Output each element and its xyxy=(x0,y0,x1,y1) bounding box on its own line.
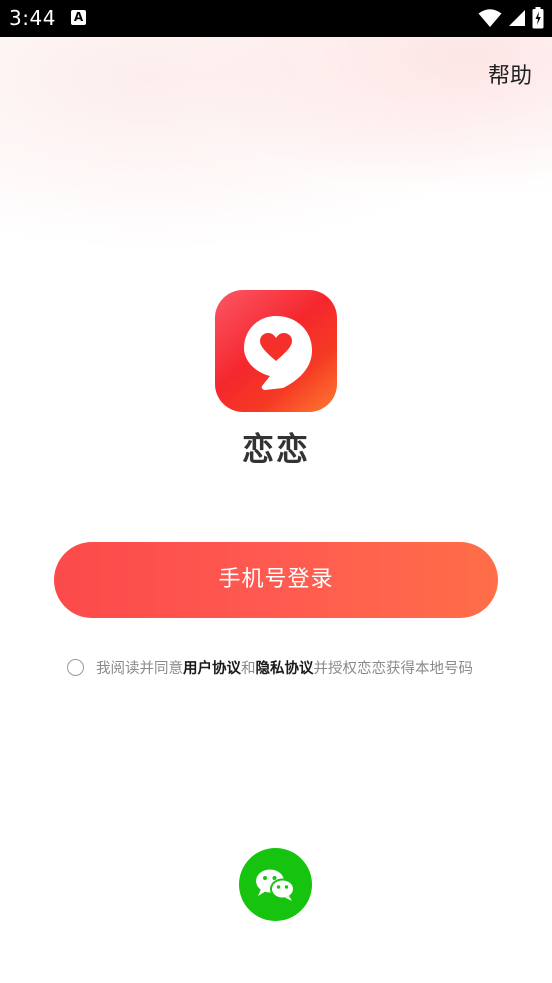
agreement-row: 我阅读并同意 用户协议 和 隐私协议 并授权恋恋获得本地号码 xyxy=(67,656,473,678)
app-logo xyxy=(215,290,337,412)
status-icons xyxy=(478,7,544,29)
heart-location-pin-icon xyxy=(244,316,312,390)
cell-signal-icon xyxy=(509,10,525,26)
agreement-prefix: 我阅读并同意 xyxy=(96,660,183,677)
phone-login-button[interactable]: 手机号登录 xyxy=(54,542,498,618)
agreement-checkbox[interactable] xyxy=(67,658,84,676)
wifi-icon xyxy=(478,9,502,27)
battery-charging-icon xyxy=(532,7,544,29)
wechat-icon xyxy=(256,869,295,901)
user-agreement-link[interactable]: 用户协议 xyxy=(183,657,241,678)
agreement-suffix: 并授权恋恋获得本地号码 xyxy=(313,660,474,677)
notification-badge-icon: A xyxy=(71,10,86,25)
page-background xyxy=(0,37,552,983)
help-link[interactable]: 帮助 xyxy=(488,58,532,90)
status-bar: 3:44 A xyxy=(0,0,552,37)
wechat-login-button[interactable] xyxy=(239,848,312,921)
app-name: 恋恋 xyxy=(241,430,310,468)
agreement-conjunction: 和 xyxy=(241,660,256,677)
status-time: 3:44 xyxy=(9,6,56,30)
privacy-agreement-link[interactable]: 隐私协议 xyxy=(256,657,314,678)
